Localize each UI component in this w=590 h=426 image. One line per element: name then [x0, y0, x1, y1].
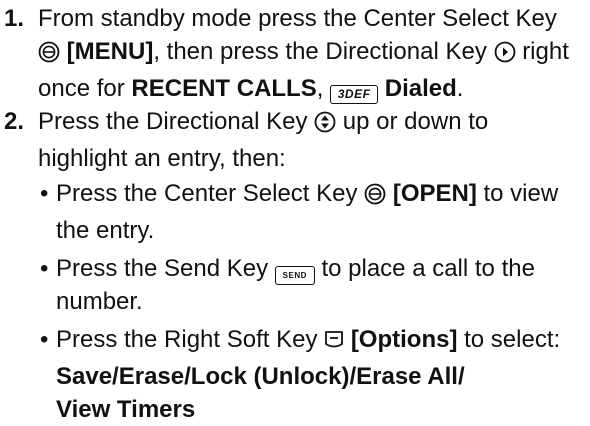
- bullet-text: to select:: [464, 326, 561, 353]
- bullet-dot: •: [40, 326, 49, 353]
- punctuation: ,: [316, 75, 324, 102]
- right-soft-key-icon: [324, 327, 344, 360]
- step-text: Press the Directional Key: [38, 108, 308, 135]
- dialed-label: Dialed: [384, 75, 457, 102]
- open-softkey-label: [OPEN]: [392, 180, 477, 207]
- step-1: 1. From standby mode press the Center Se…: [0, 2, 584, 105]
- step-text: , then press the Directional Key: [153, 38, 487, 65]
- menu-softkey-label: [MENU]: [66, 38, 154, 65]
- list-item: • Press the Send Key SEND to place a cal…: [38, 252, 584, 318]
- step-2: 2. Press the Directional Key up or down …: [0, 105, 584, 426]
- list-item: • Press the Center Select Key [OPEN] to …: [38, 177, 584, 247]
- list-item: • Press the Right Soft Key [Options] to …: [38, 323, 584, 426]
- punctuation: .: [456, 75, 464, 102]
- bullet-text: Press the Center Select Key: [56, 180, 358, 207]
- bullet-dot: •: [40, 180, 49, 207]
- step-number: 2.: [4, 108, 25, 135]
- bullet-list: • Press the Center Select Key [OPEN] to …: [38, 177, 584, 426]
- send-key-icon: SEND: [274, 266, 315, 285]
- options-list: Save/Erase/Lock (Unlock)/Erase All/ View…: [56, 360, 584, 426]
- bullet-dot: •: [40, 255, 49, 282]
- bullet-text: Press the Send Key: [56, 255, 269, 282]
- step-text: From standby mode press the Center Selec…: [38, 5, 557, 32]
- step-number: 1.: [4, 5, 25, 32]
- instructions-page: 1. From standby mode press the Center Se…: [0, 0, 590, 423]
- center-select-key-icon: [38, 39, 60, 72]
- directional-key-updown-icon: [314, 109, 336, 142]
- center-select-key-icon: [364, 181, 386, 214]
- recent-calls-label: RECENT CALLS: [131, 75, 317, 102]
- options-line: Save/Erase/Lock (Unlock)/Erase All/: [56, 363, 465, 390]
- number-3-key-icon: 3DEF: [330, 85, 379, 104]
- directional-key-right-icon: [494, 39, 516, 72]
- options-softkey-label: [Options]: [350, 326, 458, 353]
- bullet-text: Press the Right Soft Key: [56, 326, 318, 353]
